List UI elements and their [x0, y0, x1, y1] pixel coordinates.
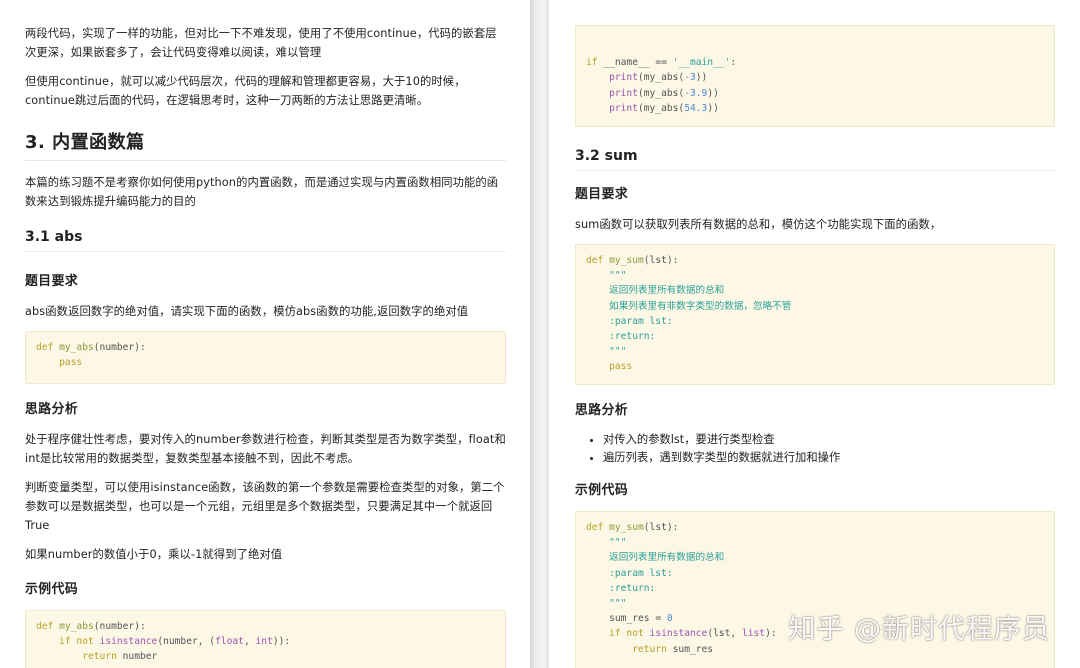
code-line: 如果列表里有非数字类型的数据，忽略不管 [586, 300, 792, 312]
code-line: def my_abs(number): [36, 342, 146, 353]
code-block: def my_sum(lst): """ 返回列表里所有数据的总和 如果列表里有… [575, 244, 1055, 385]
code-line: print(my_abs(-3)) [586, 72, 708, 84]
code-line: pass [586, 361, 633, 373]
subsection-heading: 3.1 abs [25, 229, 506, 252]
code-line: def my_sum(lst): [586, 522, 679, 533]
code-line: 返回列表里所有数据的总和 [586, 552, 725, 564]
paragraph: abs函数返回数字的绝对值，请实现下面的函数，模仿abs函数的功能,返回数字的绝… [25, 305, 469, 318]
code-line: return number [36, 651, 158, 663]
code-line: print(my_abs(54.3)) [586, 102, 719, 114]
paragraph: 两段代码，实现了一样的功能，但对比一下不难发现，使用了不使用continue，代… [25, 27, 497, 59]
code-line: :return: [586, 582, 656, 594]
list-item: 遍历列表，遇到数字类型的数据就进行加和操作 [603, 449, 1055, 467]
analysis-heading: 思路分析 [575, 403, 629, 418]
requirements-heading: 题目要求 [575, 187, 629, 202]
paragraph: sum函数可以获取列表所有数据的总和，模仿这个功能实现下面的函数， [575, 218, 942, 231]
code-line: 返回列表里所有数据的总和 [586, 285, 725, 297]
bullet-list: 对传入的参数lst，要进行类型检查 遍历列表，遇到数字类型的数据就进行加和操作 [575, 431, 1055, 467]
left-page: 两段代码，实现了一样的功能，但对比一下不难发现，使用了不使用continue，代… [0, 0, 530, 668]
code-line: def my_sum(lst): [586, 255, 679, 266]
code-line: """ [586, 537, 627, 549]
code-block: if __name__ == '__main__': print(my_abs(… [575, 25, 1055, 127]
subsection-heading: 3.2 sum [575, 148, 1055, 171]
code-line: :param lst: [586, 567, 673, 579]
code-line: def my_abs(number): [36, 621, 146, 632]
example-heading: 示例代码 [575, 483, 629, 498]
paragraph: 本篇的练习题不是考察你如何使用python的内置函数，而是通过实现与内置函数相同… [25, 176, 499, 208]
code-block: def my_abs(number): if not isinstance(nu… [25, 610, 506, 668]
paragraph: 判断变量类型，可以使用isinstance函数，该函数的第一个参数是需要检查类型… [25, 481, 505, 532]
example-heading: 示例代码 [25, 582, 79, 597]
watermark: 知乎 @新时代程序员 [788, 614, 1050, 645]
paragraph: 但使用continue，就可以减少代码层次，代码的理解和管理都更容易，大于10的… [25, 75, 466, 107]
paragraph: 如果number的数值小于0，乘以-1就得到了绝对值 [25, 548, 283, 561]
code-line: print(my_abs(-3.9)) [586, 87, 719, 99]
code-block: def my_abs(number): pass [25, 331, 506, 384]
right-page: if __name__ == '__main__': print(my_abs(… [549, 0, 1080, 668]
code-line: :return: [586, 330, 656, 342]
requirements-heading: 题目要求 [25, 274, 79, 289]
code-line: """ [586, 346, 627, 358]
page-gutter [530, 0, 549, 668]
code-line: if not isinstance(number, (float, int)): [36, 636, 291, 648]
analysis-heading: 思路分析 [25, 402, 79, 417]
code-line: :param lst: [586, 315, 673, 327]
code-line: pass [36, 357, 83, 369]
code-line: if __name__ == '__main__': [586, 57, 737, 69]
paragraph: 处于程序健壮性考虑，要对传入的number参数进行检查，判断其类型是否为数字类型… [25, 433, 506, 465]
code-line: """ [586, 270, 627, 282]
section-heading: 3. 内置函数篇 [25, 128, 506, 161]
list-item: 对传入的参数lst，要进行类型检查 [603, 431, 1055, 449]
